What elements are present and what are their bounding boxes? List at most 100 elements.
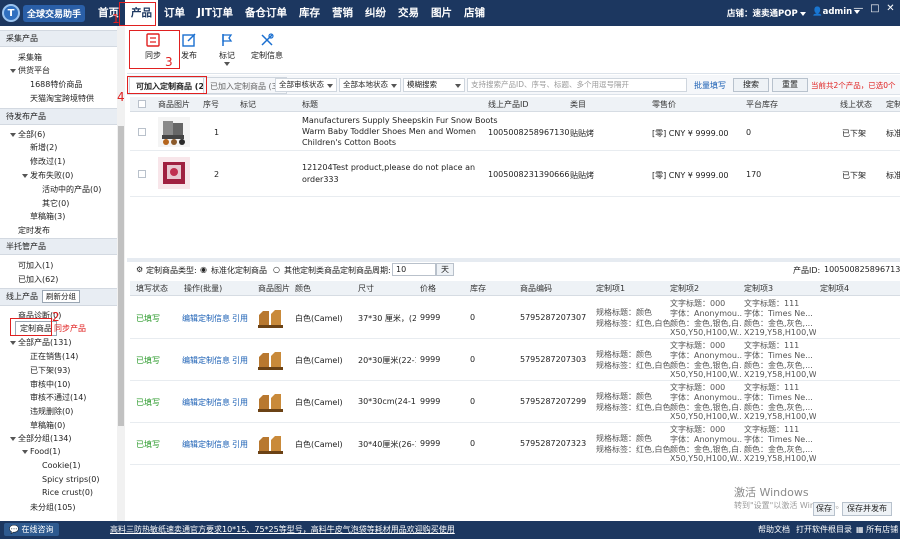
sidebar-item-1688[interactable]: 1688特价商品 bbox=[30, 79, 82, 90]
sidebar-item-reviewing[interactable]: 审核中(10) bbox=[30, 379, 70, 390]
nav-inventory[interactable]: 库存 bbox=[293, 0, 326, 26]
sidebar-item-draft-online[interactable]: 草稿箱(0) bbox=[30, 420, 65, 431]
sidebar-item-active-fail[interactable]: 活动中的产品(0) bbox=[42, 184, 101, 195]
sidebar-item-tmall[interactable]: 天猫淘宝跨境特供 bbox=[30, 93, 94, 104]
table-row[interactable]: 1 Manufacturers Supply Sheepskin Fur Sno… bbox=[130, 113, 900, 151]
sidebar-item-new[interactable]: 新增(2) bbox=[30, 142, 57, 153]
help-docs-link[interactable]: 帮助文档 bbox=[758, 524, 790, 535]
sidebar-item-cookie[interactable]: Cookie(1) bbox=[42, 461, 80, 470]
sidebar-item-on-sale[interactable]: 正在销售(14) bbox=[30, 351, 78, 362]
online-consult-button[interactable]: 💬 在线咨询 bbox=[4, 523, 59, 536]
col-index[interactable]: 序号 bbox=[203, 97, 219, 112]
sidebar-item-modified[interactable]: 修改过(1) bbox=[30, 156, 65, 167]
nav-stores[interactable]: 店铺 bbox=[458, 0, 491, 26]
sidebar-item-publish-failed[interactable]: 发布失败(0) bbox=[22, 170, 73, 181]
variant-row[interactable]: 已填写 编辑定制信息 引用 白色(Camel) 30*40厘米(26-1 9999 0 579… bbox=[130, 423, 900, 465]
col-fill-status[interactable]: 填写状态 bbox=[136, 281, 168, 296]
reference-link[interactable]: 引用 bbox=[232, 313, 248, 324]
edit-custom-info-link[interactable]: 编辑定制信息 bbox=[182, 439, 230, 450]
reference-link[interactable]: 引用 bbox=[232, 439, 248, 450]
flag-icon bbox=[222, 34, 233, 46]
variant-row[interactable]: 已填写 编辑定制信息 引用 白色(Camel) 37*30 厘米，(20 9999 0 579… bbox=[130, 297, 900, 339]
sidebar-item-scheduled[interactable]: 定时发布 bbox=[18, 225, 50, 236]
edit-custom-info-link[interactable]: 编辑定制信息 bbox=[182, 355, 230, 366]
audit-status-select[interactable]: 全部审核状态 bbox=[275, 78, 337, 92]
col-sku-code: 商品编码 bbox=[520, 284, 552, 293]
local-status-select[interactable]: 全部本地状态 bbox=[339, 78, 401, 92]
sidebar-item-label: 全部(6) bbox=[18, 130, 46, 139]
search-button[interactable]: 搜索 bbox=[733, 78, 769, 92]
sidebar-item-collect-box[interactable]: 采集箱 bbox=[18, 52, 42, 63]
all-stores-link[interactable]: ▦ 所有店铺 bbox=[856, 524, 898, 535]
open-root-link[interactable]: 打开软件根目录 bbox=[796, 524, 852, 535]
col-size[interactable]: 尺寸 bbox=[358, 281, 374, 296]
store-selector[interactable]: 店铺：速卖通POP bbox=[727, 7, 808, 19]
radio-other[interactable]: ○ bbox=[273, 265, 280, 274]
col-status[interactable]: 线上状态 bbox=[840, 97, 872, 112]
nav-marketing[interactable]: 营销 bbox=[326, 0, 359, 26]
sidebar-item-ungrouped[interactable]: 未分组(105) bbox=[30, 502, 76, 513]
sidebar-item-rice[interactable]: Rice crust(0) bbox=[42, 488, 93, 497]
reference-link[interactable]: 引用 bbox=[232, 355, 248, 366]
maximize-icon[interactable]: □ bbox=[870, 3, 879, 23]
variant-row[interactable]: 已填写 编辑定制信息 引用 白色(Camel) 30*30cm(24-17 9999 0 57… bbox=[130, 381, 900, 423]
nav-orders[interactable]: 订单 bbox=[158, 0, 191, 26]
search-input[interactable]: 支持搜索产品ID、序号、标题、多个用逗号隔开 bbox=[467, 78, 687, 92]
sidebar-item-supply[interactable]: 供货平台 bbox=[10, 65, 50, 76]
sidebar-item-draft[interactable]: 草稿箱(3) bbox=[30, 211, 65, 222]
sidebar-item-joined[interactable]: 已加入(62) bbox=[18, 274, 58, 285]
nav-trade[interactable]: 交易 bbox=[392, 0, 425, 26]
fill-status: 已填写 bbox=[136, 440, 160, 449]
reset-button[interactable]: 重置 bbox=[772, 78, 808, 92]
col-mark[interactable]: 标记 bbox=[240, 97, 256, 112]
period-input[interactable]: 10 bbox=[392, 263, 436, 276]
variant-color: 白色(Camel) bbox=[295, 356, 343, 365]
col-custom[interactable]: 定制 bbox=[886, 97, 900, 112]
save-publish-button[interactable]: 保存并发布 bbox=[842, 502, 892, 516]
edit-custom-info-link[interactable]: 编辑定制信息 bbox=[182, 397, 230, 408]
pane-splitter[interactable] bbox=[127, 258, 900, 262]
nav-images[interactable]: 图片 bbox=[425, 0, 458, 26]
variant-table-header: 填写状态 操作(批量) 商品图片 颜色 尺寸 价格 库存 商品编码 定制项1 定… bbox=[130, 281, 900, 296]
search-mode-select[interactable]: 模糊搜索 bbox=[403, 78, 465, 92]
nav-stock-orders[interactable]: 备仓订单 bbox=[239, 0, 293, 26]
sidebar-item-illegal[interactable]: 违规删除(0) bbox=[30, 406, 73, 417]
refresh-groups-button[interactable]: 刷新分组 bbox=[42, 290, 80, 303]
col-custom-1: 定制项1 bbox=[596, 284, 626, 293]
minimize-icon[interactable]: — bbox=[853, 3, 863, 23]
sidebar-item-sync-products[interactable]: 同步产品 bbox=[54, 323, 86, 334]
sidebar-item-other[interactable]: 其它(0) bbox=[42, 198, 69, 209]
nav-jit-orders[interactable]: JIT订单 bbox=[191, 0, 239, 26]
col-title[interactable]: 标题 bbox=[302, 97, 318, 112]
radio-standard[interactable]: ◉ bbox=[200, 265, 207, 274]
reference-link[interactable]: 引用 bbox=[232, 397, 248, 408]
close-icon[interactable]: ✕ bbox=[886, 3, 894, 23]
col-product-id[interactable]: 线上产品ID bbox=[488, 97, 529, 112]
sidebar-item-off-shelf[interactable]: 已下架(93) bbox=[30, 365, 70, 376]
sidebar-item-food[interactable]: Food(1) bbox=[22, 447, 61, 456]
mark-button[interactable]: 标记 bbox=[211, 30, 243, 70]
row-checkbox[interactable] bbox=[138, 170, 146, 178]
save-button[interactable]: 保存 bbox=[813, 502, 835, 516]
table-row[interactable]: 2 121204Test product,please do not place… bbox=[130, 151, 900, 197]
sidebar-item-rejected[interactable]: 审核不通过(14) bbox=[30, 392, 86, 403]
ad-link[interactable]: 高料三防热敏纸速卖通官方要求10*15、75*25等型号，高料牛皮气泡袋等耗材用… bbox=[110, 524, 455, 535]
sidebar-item-all-products[interactable]: 全部产品(131) bbox=[10, 337, 72, 348]
row-checkbox[interactable] bbox=[138, 128, 146, 136]
nav-disputes[interactable]: 纠纷 bbox=[359, 0, 392, 26]
custom-info-button[interactable]: 定制信息 bbox=[247, 30, 287, 70]
col-stock[interactable]: 平台库存 bbox=[746, 97, 778, 112]
batch-fill-link[interactable]: 批量填写 bbox=[694, 80, 726, 91]
select-all-checkbox[interactable] bbox=[138, 100, 146, 108]
sidebar-item-all-groups[interactable]: 全部分组(134) bbox=[10, 433, 72, 444]
col-operation[interactable]: 操作(批量) bbox=[184, 281, 222, 296]
scrollbar-thumb[interactable] bbox=[118, 126, 124, 426]
col-color[interactable]: 颜色 bbox=[295, 281, 311, 296]
sidebar-item-all[interactable]: 全部(6) bbox=[10, 129, 45, 140]
col-price[interactable]: 零售价 bbox=[652, 97, 676, 112]
sidebar-item-can-join[interactable]: 可加入(1) bbox=[18, 260, 53, 271]
sidebar-item-spicy[interactable]: Spicy strips(0) bbox=[42, 475, 99, 484]
edit-custom-info-link[interactable]: 编辑定制信息 bbox=[182, 313, 230, 324]
col-category[interactable]: 类目 bbox=[570, 97, 586, 112]
variant-row[interactable]: 已填写 编辑定制信息 引用 白色(Camel) 20*30厘米(22-1 9999 0 579… bbox=[130, 339, 900, 381]
